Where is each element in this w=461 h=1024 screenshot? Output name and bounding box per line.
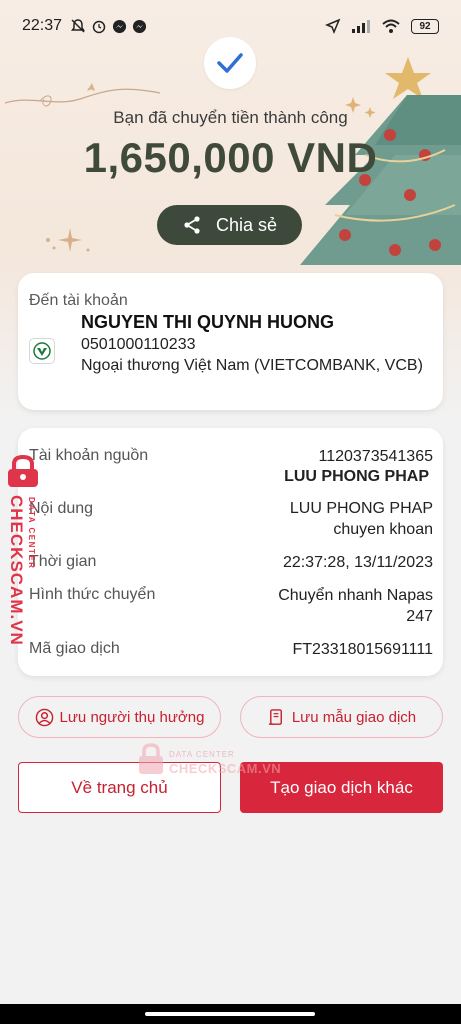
transaction-details-card: Tài khoản nguồn 1120373541365 LUU PHONG … [18, 428, 443, 676]
recipient-bank-name: Ngoại thương Việt Nam (VIETCOMBANK, VCB) [81, 357, 423, 374]
destination-card: Đến tài khoản NGUYEN THI QUYNH HUONG 050… [18, 273, 443, 410]
status-time: 22:37 [22, 17, 63, 34]
share-icon [184, 216, 200, 234]
save-beneficiary-label: Lưu người thụ hưởng [59, 708, 205, 726]
success-message: Bạn đã chuyển tiền thành công [113, 108, 348, 127]
alarm-clock-icon [92, 20, 106, 34]
save-template-button[interactable]: Lưu mẫu giao dịch [240, 696, 443, 738]
save-template-label: Lưu mẫu giao dịch [291, 708, 417, 726]
recipient-account-number: 0501000110233 [81, 336, 196, 353]
padlock-watermark-icon [139, 743, 163, 774]
checkmark-icon [217, 53, 243, 73]
location-arrow-icon [325, 18, 341, 34]
transfer-method-line-2: 247 [406, 608, 433, 625]
user-circle-icon [35, 708, 53, 726]
success-check-badge [204, 37, 256, 89]
time-value: 22:37:28, 13/11/2023 [282, 554, 433, 571]
save-beneficiary-button[interactable]: Lưu người thụ hưởng [18, 696, 221, 738]
battery-indicator: 92 [411, 18, 439, 34]
home-indicator[interactable] [145, 1012, 315, 1016]
content-line-2: chuyen khoan [333, 521, 433, 538]
padlock-watermark-icon [8, 455, 38, 487]
document-edit-icon [268, 708, 282, 725]
destination-label: Đến tài khoản [29, 292, 128, 309]
watermark-center: DATA CENTER CHECKSCAM.VN [137, 742, 287, 778]
share-label: Chia sẻ [215, 214, 278, 235]
watermark-side: CHECKSCAM.VN DATA CENTER [0, 455, 40, 650]
watermark-center-brand: CHECKSCAM.VN [169, 761, 282, 776]
transfer-method-label: Hình thức chuyển [29, 586, 156, 603]
vietcombank-logo-icon [29, 338, 55, 364]
watermark-center-subtitle: DATA CENTER [169, 750, 235, 759]
source-account-label: Tài khoản nguồn [29, 447, 149, 464]
watermark-subtitle: DATA CENTER [27, 497, 36, 570]
share-button[interactable]: Chia sẻ [157, 205, 302, 245]
transfer-amount: 1,650,000 VND [83, 134, 378, 181]
mute-bell-icon [71, 19, 86, 33]
sparkle-decoration-icon [46, 228, 90, 252]
content-line-1: LUU PHONG PHAP [289, 500, 433, 517]
transfer-method-line-1: Chuyển nhanh Napas [278, 587, 433, 604]
wifi-icon [382, 19, 400, 33]
recipient-name: NGUYEN THI QUYNH HUONG [81, 312, 335, 332]
messenger-icon [132, 19, 147, 33]
signal-icon [352, 20, 370, 33]
source-account-number: 1120373541365 [318, 448, 434, 465]
transaction-id-label: Mã giao dịch [29, 640, 120, 657]
transaction-id-value: FT23318015691111 [292, 641, 433, 658]
source-account-name: LUU PHONG PHAP [284, 468, 429, 485]
messenger-icon [112, 19, 127, 33]
watermark-brand: CHECKSCAM.VN [7, 495, 26, 646]
